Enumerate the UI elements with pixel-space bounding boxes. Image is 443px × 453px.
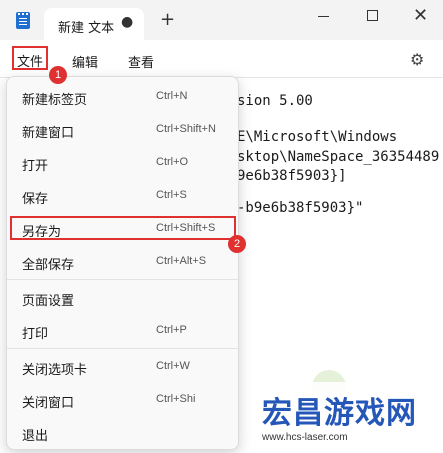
menu-item-close-tab[interactable]: 关闭选项卡 Ctrl+W [13,353,233,381]
tab-title: 新建 文本 [58,21,114,36]
document-tab[interactable]: 新建 文本 ● [44,8,144,40]
unsaved-dot-icon[interactable]: ● [121,14,133,30]
menu-item-save-as[interactable]: 另存为 Ctrl+Shift+S [10,216,236,240]
menu-item-close-window[interactable]: 关闭窗口 Ctrl+Shi [13,386,233,414]
editor-line: -b9e6b38f5903}" [237,200,364,216]
watermark-title: 宏昌游戏网 [262,396,417,431]
editor-line: 9e6b38f5903}] [237,168,347,184]
file-menu-dropdown: 新建标签页 Ctrl+N 新建窗口 Ctrl+Shift+N 打开 Ctrl+O… [6,76,239,450]
menu-item-save[interactable]: 保存 Ctrl+S [13,182,233,210]
watermark-url: www.hcs-laser.com [262,432,348,443]
menu-item-print[interactable]: 打印 Ctrl+P [13,317,233,345]
menu-item-new-window[interactable]: 新建窗口 Ctrl+Shift+N [13,116,233,144]
editor-line: E\Microsoft\Windows [237,129,398,145]
maximize-button[interactable] [367,10,378,21]
editor-line: sion 5.00 [237,93,313,109]
settings-gear-icon[interactable]: ⚙ [410,50,424,69]
title-bar: 新建 文本 ● + ✕ [0,0,443,40]
menu-file[interactable]: 文件 [12,46,48,70]
minimize-button[interactable] [318,16,329,17]
step-badge-2: 2 [228,235,246,253]
menu-item-open[interactable]: 打开 Ctrl+O [13,149,233,177]
menu-separator [7,348,238,349]
menu-item-new-tab[interactable]: 新建标签页 Ctrl+N [13,83,233,111]
step-badge-1: 1 [49,66,67,84]
menu-item-page-setup[interactable]: 页面设置 [13,284,233,312]
menu-view[interactable]: 查看 [128,52,154,71]
menu-separator [7,279,238,280]
menu-item-exit[interactable]: 退出 [13,419,233,447]
editor-line: sktop\NameSpace_36354489 [237,149,440,165]
notepad-icon [16,12,30,29]
menu-item-save-all[interactable]: 全部保存 Ctrl+Alt+S [13,248,233,276]
menu-edit[interactable]: 编辑 [72,52,98,71]
close-button[interactable]: ✕ [413,5,428,26]
new-tab-button[interactable]: + [160,11,175,29]
